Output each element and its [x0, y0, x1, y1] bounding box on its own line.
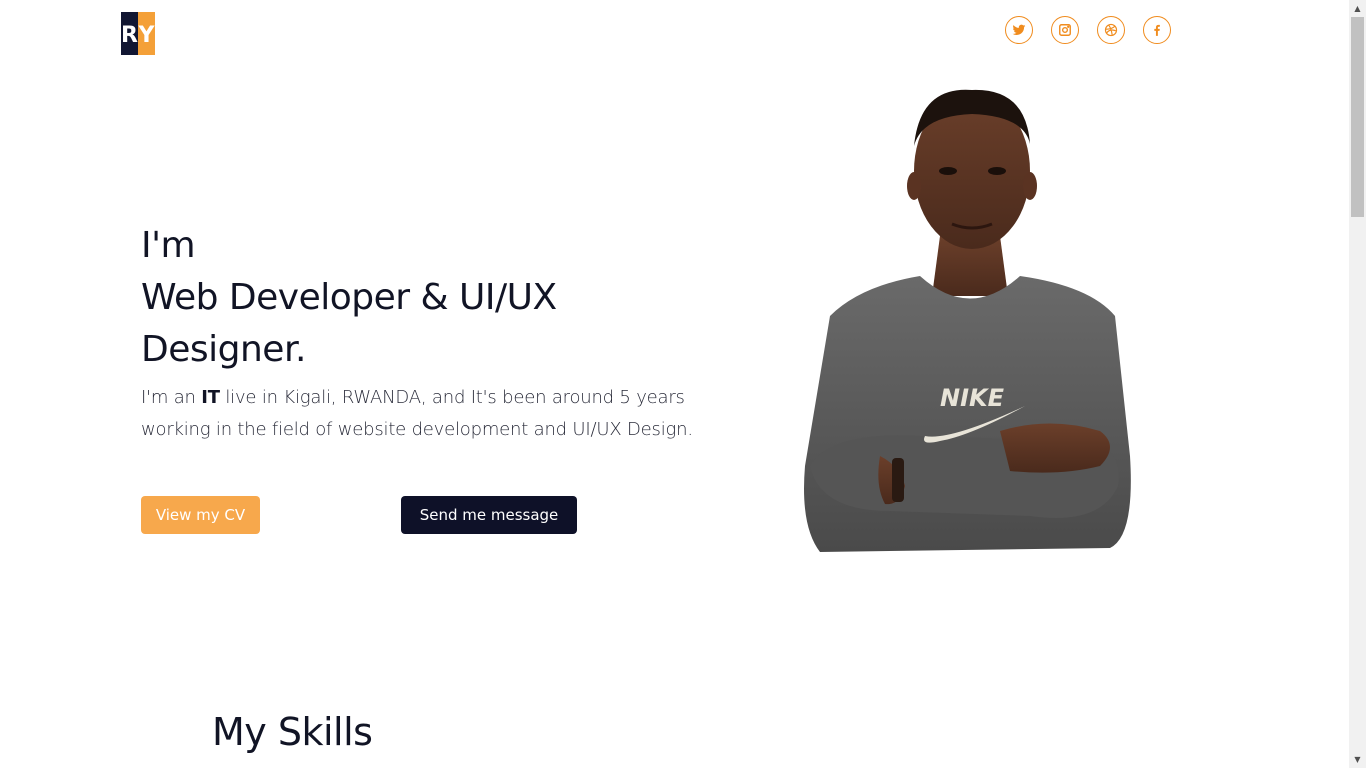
logo-letter-r: R [121, 12, 138, 55]
shirt-logo-text: NIKE [940, 384, 1005, 412]
view-cv-button[interactable]: View my CV [141, 496, 260, 534]
desc-bold: IT [201, 387, 220, 408]
scroll-up-icon[interactable]: ▲ [1349, 0, 1366, 17]
twitter-icon[interactable] [1005, 16, 1033, 44]
desc-post: live in Kigali, RWANDA, and It's been ar… [141, 387, 693, 440]
hero-role: Web Developer & UI/UX [141, 277, 557, 318]
portrait-image: NIKE [804, 89, 1131, 552]
skills-heading: My Skills [212, 710, 373, 754]
send-message-button[interactable]: Send me message [401, 496, 577, 534]
hero-greeting: I'm [141, 225, 196, 266]
scroll-thumb[interactable] [1351, 17, 1364, 217]
desc-pre: I'm an [141, 387, 202, 408]
page: R Y I'm Web Developer & UI/UX Designer. … [0, 0, 1349, 768]
facebook-icon[interactable] [1143, 16, 1171, 44]
instagram-icon[interactable] [1051, 16, 1079, 44]
site-logo[interactable]: R Y [121, 12, 155, 55]
hero-role-suffix: Designer. [141, 329, 306, 370]
hero-description: I'm an IT live in Kigali, RWANDA, and It… [141, 382, 736, 446]
social-links [1005, 16, 1171, 44]
dribbble-icon[interactable] [1097, 16, 1125, 44]
vertical-scrollbar[interactable]: ▲ ▼ [1349, 0, 1366, 768]
hero-text: I'm Web Developer & UI/UX Designer. I'm … [141, 220, 741, 446]
logo-letter-y: Y [138, 12, 155, 55]
scroll-down-icon[interactable]: ▼ [1349, 751, 1366, 768]
